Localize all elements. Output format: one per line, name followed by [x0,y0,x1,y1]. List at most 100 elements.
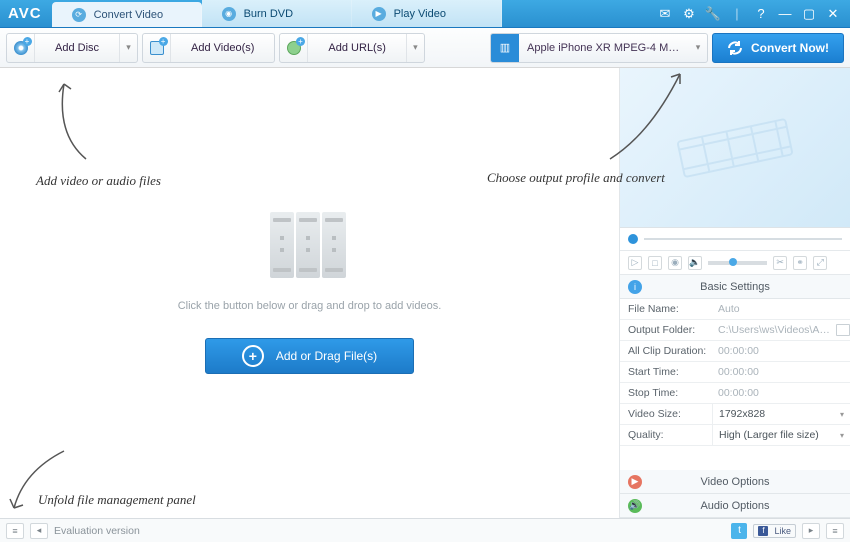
button-label: Add Video(s) [171,42,274,54]
tab-label: Play Video [394,8,446,20]
app-logo: AVC [0,0,52,27]
status-text: Evaluation version [54,525,140,537]
chevron-down-icon[interactable]: ▾ [406,34,424,62]
link-icon[interactable]: ⚭ [793,256,807,270]
add-disc-button[interactable]: Add Disc ▾ [6,33,138,63]
help-icon[interactable]: ? [752,5,770,23]
button-label: Add Disc [35,42,119,54]
maximize-icon[interactable]: ▢ [800,5,818,23]
chevron-down-icon[interactable]: ▾ [689,42,707,53]
label: Output Folder: [620,324,712,336]
label: File Name: [620,303,712,315]
toolbar: Add Disc ▾ Add Video(s) Add URL(s) ▾ ▥ A… [0,28,850,68]
next-button[interactable]: ▸ [802,523,820,539]
annotation-choose-profile: Choose output profile and convert [487,170,665,186]
mail-icon[interactable]: ✉ [656,5,674,23]
play-icon[interactable]: ▷ [628,256,642,270]
value[interactable]: 00:00:00 [712,366,850,378]
play-icon: ▶ [372,7,386,21]
separator: | [728,5,746,23]
drop-hint: Click the button below or drag and drop … [178,300,442,312]
add-or-drag-button[interactable]: + Add or Drag File(s) [205,338,414,374]
tab-burn-dvd[interactable]: ◉ Burn DVD [202,0,352,27]
value[interactable]: 00:00:00 [712,387,850,399]
chevron-down-icon[interactable]: ▾ [119,34,137,62]
mute-icon[interactable]: 🔈 [688,256,702,270]
row-output-folder: Output Folder: C:\Users\ws\Videos\An... [620,320,850,341]
browse-icon[interactable] [836,324,850,336]
value[interactable]: Auto [712,303,850,315]
film-placeholder-icon [270,212,350,278]
tab-play-video[interactable]: ▶ Play Video [352,0,502,27]
burn-icon: ◉ [222,7,236,21]
add-videos-button[interactable]: Add Video(s) [142,33,275,63]
value[interactable]: C:\Users\ws\Videos\An... [712,324,850,336]
video-options-icon: ▶ [628,475,642,489]
stop-icon[interactable]: □ [648,256,662,270]
wrench-icon[interactable]: 🔧 [704,5,722,23]
facebook-icon: f [758,526,768,536]
volume-slider[interactable] [708,261,767,265]
arrow-icon [36,74,106,164]
basic-settings-header[interactable]: i Basic Settings [620,275,850,299]
tab-convert-video[interactable]: ⟳ Convert Video [52,2,202,27]
refresh-icon [727,40,743,56]
chevron-down-icon: ▾ [840,431,844,440]
unfold-panel-button[interactable]: ≡ [6,523,24,539]
info-icon: i [628,280,642,294]
chevron-down-icon: ▾ [840,410,844,419]
basic-settings-table: File Name: Auto Output Folder: C:\Users\… [620,299,850,446]
gear-icon[interactable]: ⚙ [680,5,698,23]
titlebar: AVC ⟳ Convert Video ◉ Burn DVD ▶ Play Vi… [0,0,850,28]
row-all-clip-duration: All Clip Duration: 00:00:00 [620,341,850,362]
add-urls-button[interactable]: Add URL(s) ▾ [279,33,424,63]
row-quality: Quality: High (Larger file size)▾ [620,425,850,446]
menu-button[interactable]: ≡ [826,523,844,539]
label: Start Time: [620,366,712,378]
statusbar: ≡ ◂ Evaluation version t fLike ▸ ≡ [0,518,850,542]
progress-bar[interactable] [620,228,850,251]
minimize-icon[interactable]: — [776,5,794,23]
label: Quality: [620,429,712,441]
preview-controls: ▷ □ ◉ 🔈 ✂ ⚭ ⤢ [620,251,850,275]
label: All Clip Duration: [620,345,712,357]
section-title: Video Options [701,476,770,488]
row-stop-time: Stop Time: 00:00:00 [620,383,850,404]
quality-select[interactable]: High (Larger file size)▾ [712,425,850,445]
row-video-size: Video Size: 1792x828▾ [620,404,850,425]
twitter-icon[interactable]: t [731,523,747,539]
cut-icon[interactable]: ✂ [773,256,787,270]
button-label: Add URL(s) [308,42,405,54]
video-size-select[interactable]: 1792x828▾ [712,404,850,424]
main: Click the button below or drag and drop … [0,68,850,518]
drop-zone[interactable]: Click the button below or drag and drop … [0,68,620,518]
facebook-like-button[interactable]: fLike [753,524,796,538]
audio-options-icon: 🔊 [628,499,642,513]
label: Video Size: [620,408,712,420]
row-start-time: Start Time: 00:00:00 [620,362,850,383]
value: 00:00:00 [712,345,850,357]
section-title: Basic Settings [700,281,770,293]
convert-now-button[interactable]: Convert Now! [712,33,844,63]
section-title: Audio Options [700,500,769,512]
close-icon[interactable]: ✕ [824,5,842,23]
titlebar-controls: ✉ ⚙ 🔧 | ? — ▢ ✕ [648,0,850,27]
video-options-header[interactable]: ▶ Video Options [620,470,850,494]
label: Stop Time: [620,387,712,399]
arrow-icon [590,64,700,164]
expand-icon[interactable]: ⤢ [813,256,827,270]
row-file-name: File Name: Auto [620,299,850,320]
tab-label: Convert Video [94,9,164,21]
output-profile-select[interactable]: ▥ Apple iPhone XR MPEG-4 Movie (*.m... ▾ [490,33,708,63]
annotation-add-files: Add video or audio files [36,173,161,189]
tab-label: Burn DVD [244,8,294,20]
disc-icon [7,34,35,62]
arrow-icon [4,446,84,516]
button-label: Add or Drag File(s) [276,349,377,363]
globe-icon [280,34,308,62]
snapshot-icon[interactable]: ◉ [668,256,682,270]
audio-options-header[interactable]: 🔊 Audio Options [620,494,850,518]
collapse-button[interactable]: ◂ [30,523,48,539]
video-icon [143,34,171,62]
convert-icon: ⟳ [72,8,86,22]
